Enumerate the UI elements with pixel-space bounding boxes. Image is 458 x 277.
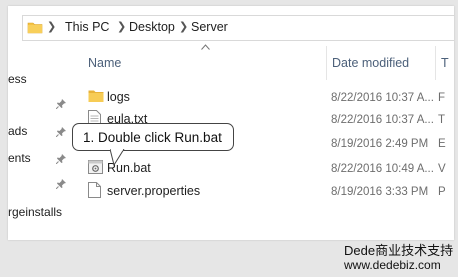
file-icon [88,182,101,198]
nav-item-forgeinstalls[interactable]: rgeinstalls [8,205,62,219]
file-date: 8/19/2016 2:49 PM [331,138,429,150]
watermark-url: www.dedebiz.com [344,258,441,272]
sort-ascending-icon [201,44,210,50]
column-divider[interactable] [435,46,436,80]
column-divider[interactable] [326,46,327,80]
callout-pointer [110,149,125,167]
file-type: F [438,92,446,104]
breadcrumb-desktop[interactable]: Desktop [129,20,175,34]
breadcrumb-this-pc[interactable]: This PC [65,20,109,34]
breadcrumb-server[interactable]: Server [191,20,228,34]
file-date: 8/19/2016 3:33 PM [331,186,429,198]
nav-item-access[interactable]: ess [8,72,27,86]
file-name[interactable]: logs [107,90,130,104]
batch-file-icon [88,160,103,174]
watermark-title: Dede商业技术支持 [344,243,454,258]
nav-item-documents[interactable]: ents [8,151,31,165]
pin-icon[interactable] [56,127,66,137]
pin-icon[interactable] [56,154,66,164]
column-header-date-modified[interactable]: Date modified [332,56,409,70]
chevron-right-icon: ❯ [179,21,189,33]
file-type: V [438,163,446,175]
file-date: 8/22/2016 10:37 A... [331,114,434,126]
pin-icon[interactable] [56,99,66,109]
file-type: P [438,186,446,198]
column-header-name[interactable]: Name [88,56,121,70]
column-header-type[interactable]: T [441,56,449,70]
file-date: 8/22/2016 10:37 A... [331,92,434,104]
chevron-right-icon: ❯ [117,21,127,33]
pin-icon[interactable] [56,179,66,189]
file-type: T [438,114,446,126]
chevron-right-icon: ❯ [47,21,57,33]
file-type: E [438,138,446,150]
folder-icon [27,22,43,34]
instruction-callout: 1. Double click Run.bat [72,123,234,151]
file-explorer-window: ❯ This PC ❯ Desktop ❯ Server ess ads ent… [8,6,454,240]
folder-icon [88,90,104,102]
address-bar[interactable]: ❯ This PC ❯ Desktop ❯ Server [22,15,454,41]
file-date: 8/22/2016 10:49 A... [331,163,434,175]
file-name[interactable]: server.properties [107,184,200,198]
nav-item-downloads[interactable]: ads [8,124,27,138]
